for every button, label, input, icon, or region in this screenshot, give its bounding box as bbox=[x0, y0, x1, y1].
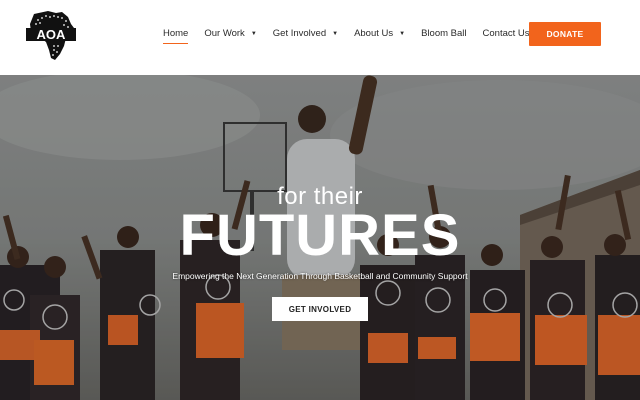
nav-bloom-ball-label: Bloom Ball bbox=[421, 28, 467, 39]
donate-button[interactable]: DONATE bbox=[529, 22, 601, 46]
nav-get-involved-label: Get Involved bbox=[272, 28, 327, 39]
hero-subtitle: Empowering the Next Generation Through B… bbox=[172, 271, 468, 281]
nav-home[interactable]: Home bbox=[163, 28, 189, 44]
aoa-logo[interactable]: AOA bbox=[24, 8, 78, 62]
chevron-down-icon: ▼ bbox=[332, 31, 339, 37]
hero-tagline-big: FUTURES bbox=[179, 203, 461, 268]
get-involved-button[interactable]: GET INVOLVED bbox=[272, 297, 368, 321]
nav-contact-us[interactable]: Contact Us bbox=[483, 28, 530, 40]
chevron-down-icon: ▼ bbox=[250, 31, 257, 37]
nav-home-label: Home bbox=[163, 28, 189, 39]
nav-our-work[interactable]: Our Work ▼ bbox=[204, 28, 256, 40]
nav-contact-us-label: Contact Us bbox=[482, 28, 530, 39]
chevron-down-icon: ▼ bbox=[399, 31, 406, 37]
nav-get-involved[interactable]: Get Involved ▼ bbox=[273, 28, 338, 40]
main-nav: Home Our Work ▼ Get Involved ▼ About Us ▼ B… bbox=[163, 28, 546, 44]
nav-bloom-ball[interactable]: Bloom Ball bbox=[421, 28, 466, 40]
site-header: AOA Home Our Work ▼ Get Involved ▼ About U… bbox=[0, 0, 640, 75]
hero-content: for their FUTURES Empowering the Next Ge… bbox=[0, 75, 640, 400]
hero-section: for their FUTURES Empowering the Next Ge… bbox=[0, 75, 640, 400]
nav-about-us-label: About Us bbox=[354, 28, 394, 39]
logo-lettering: AOA bbox=[37, 27, 67, 42]
nav-our-work-label: Our Work bbox=[204, 28, 245, 39]
nav-about-us[interactable]: About Us ▼ bbox=[354, 28, 405, 40]
